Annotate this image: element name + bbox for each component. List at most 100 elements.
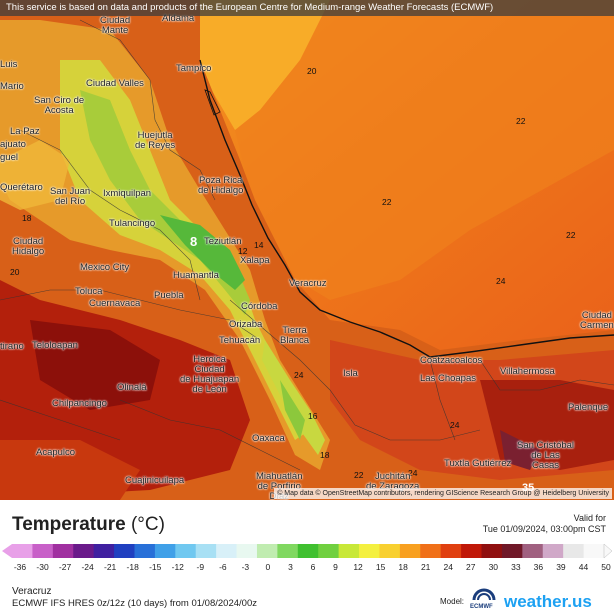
color-scale-tick: -3 <box>241 562 250 572</box>
colorbar-segment <box>73 544 95 558</box>
colorbar-segment <box>134 544 156 558</box>
city-label: tirano <box>0 341 24 352</box>
colorbar-segment <box>154 544 176 558</box>
city-label: Palenque <box>568 402 609 413</box>
legend-title: Temperature (°C) <box>12 514 165 536</box>
color-scale-tick: 21 <box>420 562 431 572</box>
city-label: Córdoba <box>241 301 278 312</box>
city-label: guel <box>0 152 18 163</box>
city-label: Ciudad Hidalgo <box>12 236 45 257</box>
colorbar-segment <box>338 544 360 558</box>
contour-label: 24 <box>294 370 304 380</box>
city-label: San Cristóbal de Las Casas <box>517 440 575 471</box>
contour-label: 8 <box>190 234 198 249</box>
city-label: Poza Rica de Hidalgo <box>198 175 244 196</box>
color-scale-tick: 39 <box>556 562 566 572</box>
colorbar-segment <box>542 544 564 558</box>
city-label: Las Choapas <box>420 373 476 384</box>
colorbar-arrow-right <box>603 543 613 559</box>
ecmwf-banner: This service is based on data and produc… <box>0 0 614 16</box>
city-label: San Juan del Río <box>50 186 91 207</box>
city-label: Huejutla de Reyes <box>135 130 176 151</box>
colorbar-segment <box>522 544 544 558</box>
city-label: Ciudad Valles <box>86 78 144 89</box>
color-scale-tick: -30 <box>36 562 49 572</box>
city-label: Ciudad Carmen <box>580 310 614 331</box>
color-scale-tick: 18 <box>398 562 408 572</box>
city-label: Tehuacán <box>219 335 261 346</box>
city-label: La Paz <box>10 126 40 137</box>
city-label: Xalapa <box>240 255 270 266</box>
contour-label: 24 <box>496 276 506 286</box>
color-scale-tick: 0 <box>265 562 271 572</box>
temperature-map[interactable]: 20 22 22 22 24 24 24 24 22 18 16 14 12 8… <box>0 0 614 500</box>
city-label: Villahermosa <box>500 366 555 377</box>
contour-label: 18 <box>22 213 32 223</box>
map-attribution[interactable]: © Map data © OpenStreetMap contributors,… <box>274 488 612 499</box>
city-label: Puebla <box>154 290 184 301</box>
city-label: Chilpancingo <box>52 398 107 409</box>
city-label: Coatzacoalcos <box>420 355 483 366</box>
contour-label: 22 <box>354 470 364 480</box>
color-scale-tick: 9 <box>333 562 338 572</box>
city-label: Mario <box>0 81 24 92</box>
colorbar-arrow-left <box>2 544 12 558</box>
color-scale-tick: -36 <box>13 562 27 572</box>
colorbar-segment <box>461 544 483 558</box>
legend-title-text: Temperature <box>12 514 126 535</box>
city-label: Mexico City <box>80 262 130 273</box>
legend-unit: (°C) <box>130 514 165 535</box>
valid-time: Tue 01/09/2024, 03:00pm CST <box>482 524 606 534</box>
color-scale-tick: 3 <box>288 562 293 572</box>
contour-label: 22 <box>566 230 576 240</box>
color-scale-tick: -21 <box>103 562 117 572</box>
colorbar-segment <box>195 544 217 558</box>
city-label: Huamantla <box>173 270 219 281</box>
colorbar-segment <box>32 544 54 558</box>
color-scale-tick: -15 <box>149 562 162 572</box>
color-scale-tick: -12 <box>171 562 184 572</box>
colorbar-segment <box>256 544 278 558</box>
city-label: Toluca <box>75 286 103 297</box>
color-scale-tick: -9 <box>196 562 205 572</box>
color-scale-tick: 33 <box>511 562 521 572</box>
city-label: Querétaro <box>0 182 43 193</box>
colorbar-segment <box>297 544 319 558</box>
city-label: Tuxtla Gutiérrez <box>444 458 512 469</box>
city-label: Oaxaca <box>252 433 285 444</box>
color-scale-tick: -24 <box>81 562 94 572</box>
color-scale-tick: 44 <box>578 562 589 572</box>
model-label: Model: <box>440 597 465 606</box>
colorbar-segment <box>501 544 523 558</box>
city-label: Olinalá <box>117 382 147 393</box>
colorbar-segment <box>420 544 442 558</box>
weather-us-logo[interactable]: weather.us <box>504 592 592 612</box>
city-label: Ciudad Mante <box>100 15 131 36</box>
city-label: Teziutlán <box>204 236 242 247</box>
city-label: Acapulco <box>36 447 76 458</box>
contour-label: 24 <box>450 420 460 430</box>
region-name: Veracruz <box>12 586 52 597</box>
contour-label: 22 <box>382 197 392 207</box>
colorbar-segment <box>236 544 258 558</box>
contour-label: 16 <box>308 411 318 421</box>
colorbar-segment <box>359 544 380 558</box>
color-scale-tick: -18 <box>126 562 139 572</box>
colorbar-segment <box>277 544 299 558</box>
city-label: Tulancingo <box>109 218 156 229</box>
city-label: Heroica Ciudad de Huajuapan de León <box>180 354 240 395</box>
colorbar-segment <box>563 544 585 558</box>
color-scale-tick: 6 <box>310 562 316 572</box>
city-label: Isla <box>343 368 358 379</box>
colorbar-segment <box>583 544 605 558</box>
colorbar-segment <box>216 544 238 558</box>
color-scale-tick: 27 <box>466 562 476 572</box>
contour-label: 20 <box>10 267 20 277</box>
city-label: Cuernavaca <box>89 298 141 309</box>
colorbar-segment <box>175 544 197 558</box>
city-label: Teloloapan <box>32 340 78 351</box>
contour-label: 14 <box>254 240 264 250</box>
colorbar-segment <box>399 544 421 558</box>
colorbar-segment <box>52 544 74 558</box>
colorbar-segment <box>93 544 115 558</box>
